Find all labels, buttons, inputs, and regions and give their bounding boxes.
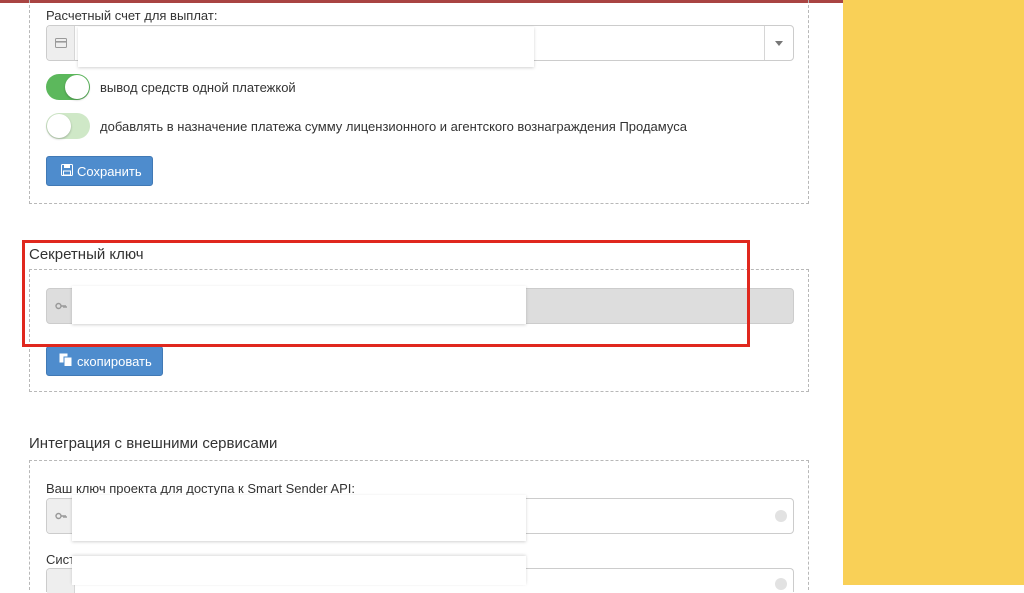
smart-sender-label: Ваш ключ проекта для доступа к Smart Sen…	[46, 481, 356, 496]
add-fee-toggle[interactable]	[46, 113, 90, 139]
caret-down-icon[interactable]	[764, 26, 793, 60]
save-button-label: Сохранить	[77, 163, 142, 179]
copy-button-label: скопировать	[77, 353, 152, 369]
key-icon	[47, 499, 75, 533]
copy-button[interactable]: скопировать	[46, 346, 163, 376]
highlight-frame	[22, 240, 750, 347]
integration-title: Интеграция с внешними сервисами	[29, 435, 278, 452]
smart-sender-key-value	[72, 495, 526, 541]
toggle-knob	[65, 75, 89, 99]
clear-icon[interactable]	[775, 578, 787, 590]
save-button[interactable]: Сохранить	[46, 156, 153, 186]
single-payment-toggle[interactable]	[46, 74, 90, 100]
side-panel	[843, 0, 1024, 585]
payout-account-value	[78, 27, 534, 67]
next-field-label: Сист	[46, 552, 76, 567]
add-fee-label: добавлять в назначение платежа сумму лиц…	[100, 119, 687, 134]
single-payment-label: вывод средств одной платежкой	[100, 80, 296, 95]
payout-account-label: Расчетный счет для выплат:	[46, 8, 218, 23]
field-addon	[47, 569, 75, 593]
next-field-value	[72, 556, 526, 585]
copy-icon	[59, 353, 73, 370]
floppy-icon	[61, 163, 73, 179]
clear-icon[interactable]	[775, 510, 787, 522]
toggle-knob	[47, 114, 71, 138]
card-icon	[47, 26, 75, 60]
